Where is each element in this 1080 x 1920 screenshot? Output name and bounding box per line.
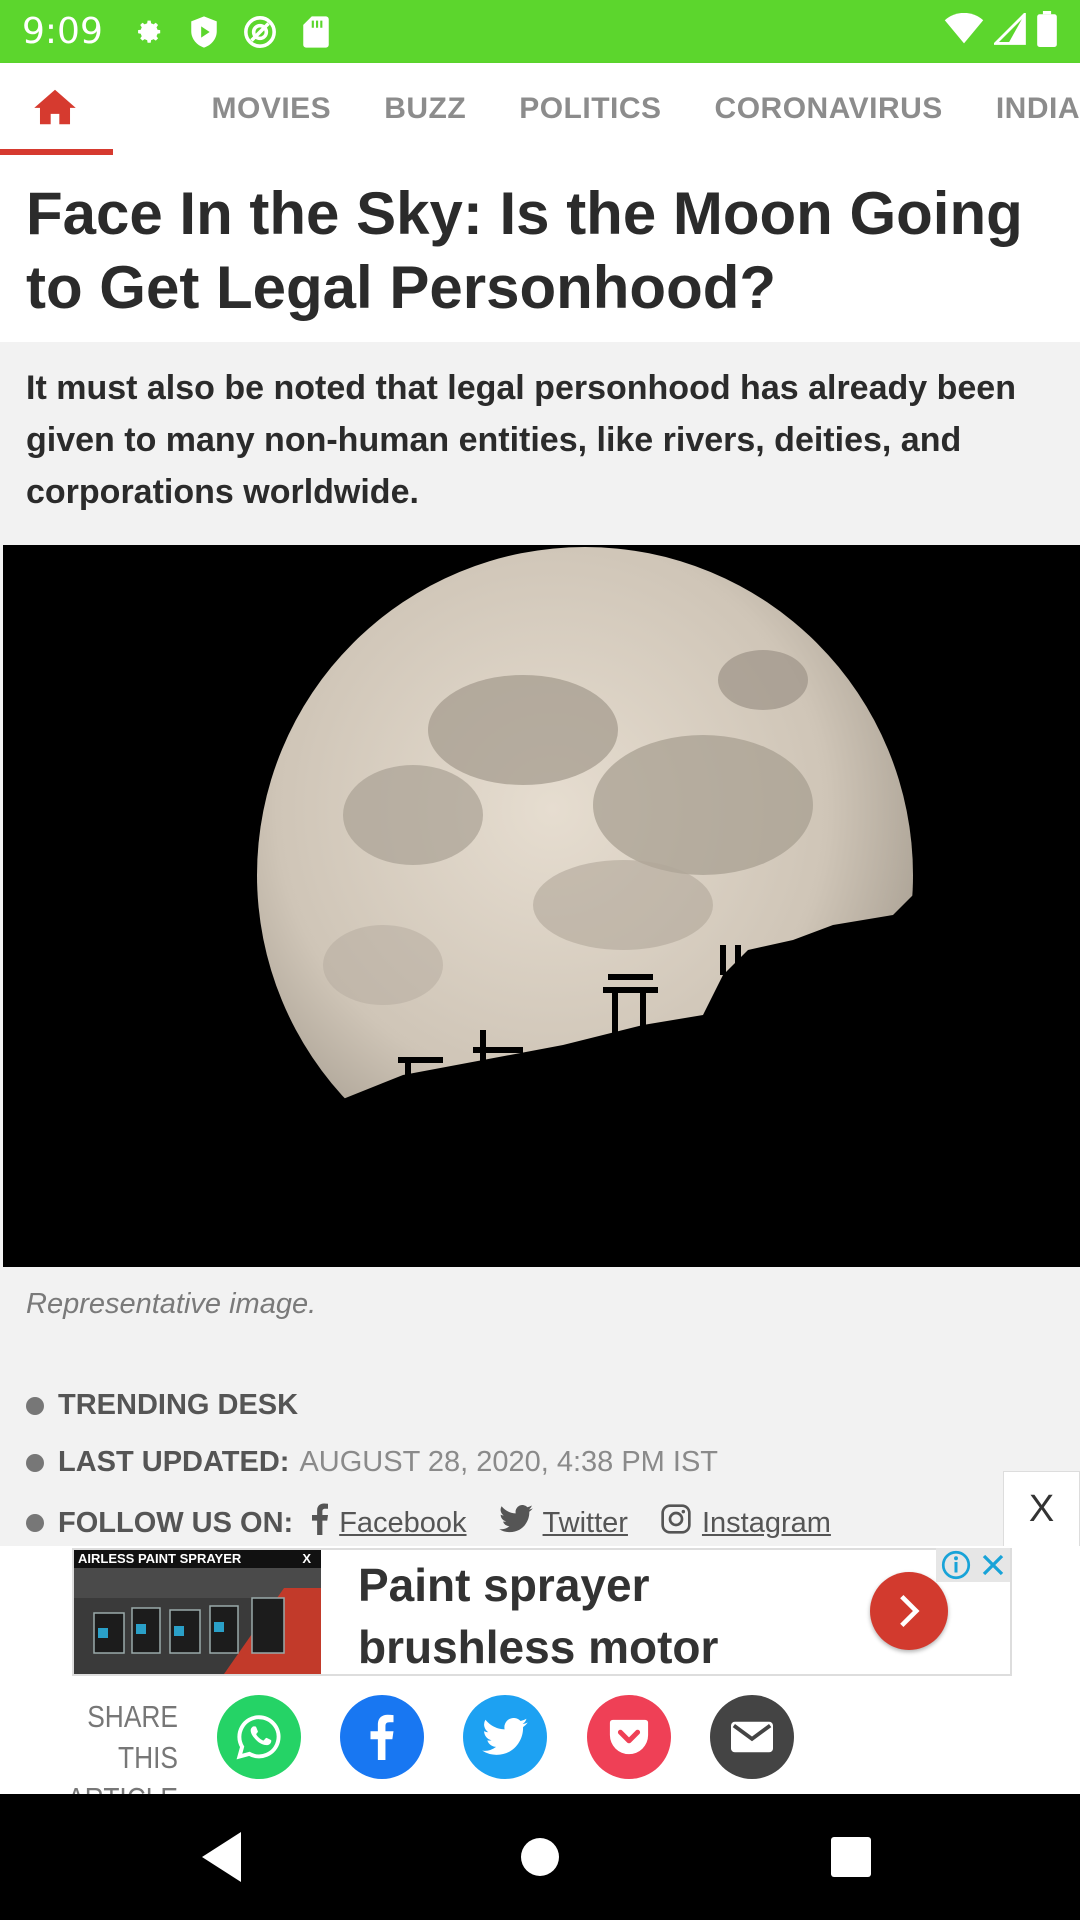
instagram-icon bbox=[660, 1503, 692, 1543]
twitter-link[interactable]: Twitter bbox=[543, 1507, 628, 1540]
facebook-link[interactable]: Facebook bbox=[339, 1507, 466, 1540]
back-icon[interactable] bbox=[202, 1832, 241, 1882]
follow-facebook[interactable]: Facebook bbox=[311, 1503, 467, 1543]
email-icon bbox=[731, 1721, 773, 1753]
image-caption: Representative image. bbox=[26, 1288, 317, 1320]
share-bar: SHARE THIS ARTICLE bbox=[0, 1678, 1080, 1816]
bullet-dot bbox=[26, 1514, 44, 1532]
ad-choices[interactable] bbox=[936, 1548, 1010, 1582]
facebook-icon bbox=[311, 1503, 329, 1543]
bullet-dot bbox=[26, 1396, 44, 1415]
article-hero-image[interactable] bbox=[3, 545, 1080, 1267]
cell-signal-icon bbox=[992, 11, 1026, 50]
system-nav-bar bbox=[0, 1794, 1080, 1920]
ad-go-button[interactable] bbox=[870, 1572, 948, 1650]
facebook-icon bbox=[370, 1714, 394, 1760]
share-facebook-button[interactable] bbox=[340, 1695, 424, 1779]
moon-image bbox=[3, 547, 1080, 1267]
whatsapp-icon bbox=[236, 1715, 281, 1760]
twitter-icon bbox=[482, 1718, 528, 1755]
article-headline: Face In the Sky: Is the Moon Going to Ge… bbox=[26, 180, 1023, 321]
pocket-icon bbox=[609, 1719, 649, 1755]
battery-icon bbox=[1036, 11, 1058, 52]
recents-icon[interactable] bbox=[831, 1837, 871, 1877]
twitter-icon bbox=[498, 1504, 533, 1541]
wifi-icon bbox=[944, 12, 984, 50]
tab-politics[interactable]: POLITICS bbox=[519, 92, 661, 126]
last-updated-value: AUGUST 28, 2020, 4:38 PM IST bbox=[299, 1446, 718, 1478]
status-time: 9:09 bbox=[22, 11, 103, 52]
follow-instagram[interactable]: Instagram bbox=[660, 1503, 831, 1543]
article-summary: It must also be noted that legal personh… bbox=[26, 369, 1016, 511]
ad-banner: AIRLESS PAINT SPRAYER X Paint sprayer br… bbox=[0, 1546, 1080, 1678]
bullet-dot bbox=[26, 1453, 44, 1472]
tab-home[interactable] bbox=[0, 63, 113, 155]
ad-headline[interactable]: Paint sprayer brushless motor bbox=[358, 1554, 718, 1678]
author-row: TRENDING DESK bbox=[26, 1389, 308, 1422]
headline-section: Face In the Sky: Is the Moon Going to Ge… bbox=[0, 155, 1080, 342]
share-email-button[interactable] bbox=[710, 1695, 794, 1779]
home-icon bbox=[34, 88, 76, 131]
settings-icon bbox=[131, 15, 165, 49]
info-icon[interactable] bbox=[941, 1550, 971, 1580]
chevron-right-icon bbox=[900, 1594, 920, 1628]
status-bar: 9:09 bbox=[0, 0, 1080, 63]
share-pocket-button[interactable] bbox=[587, 1695, 671, 1779]
sd-card-icon bbox=[299, 15, 333, 49]
sync-icon bbox=[243, 15, 277, 49]
close-icon[interactable] bbox=[981, 1553, 1005, 1577]
tab-buzz[interactable]: BUZZ bbox=[384, 92, 466, 126]
shield-play-icon bbox=[187, 15, 221, 49]
ad-image-header: AIRLESS PAINT SPRAYER X bbox=[74, 1550, 321, 1568]
tab-movies[interactable]: MOVIES bbox=[212, 92, 332, 126]
share-whatsapp-button[interactable] bbox=[217, 1695, 301, 1779]
last-updated-row: LAST UPDATED: AUGUST 28, 2020, 4:38 PM I… bbox=[26, 1446, 718, 1479]
section-nav: MOVIES BUZZ POLITICS CORONAVIRUS INDIA bbox=[0, 63, 1080, 155]
paint-sprayer-image bbox=[74, 1568, 321, 1674]
follow-label: FOLLOW US ON: bbox=[58, 1506, 294, 1539]
last-updated-label: LAST UPDATED: bbox=[58, 1446, 290, 1478]
ad-image[interactable]: AIRLESS PAINT SPRAYER X bbox=[74, 1550, 321, 1674]
author-name[interactable]: TRENDING DESK bbox=[58, 1389, 298, 1422]
instagram-link[interactable]: Instagram bbox=[702, 1507, 831, 1540]
ad-image-close[interactable]: X bbox=[302, 1550, 311, 1568]
follow-row: FOLLOW US ON: Facebook Twitter Instagram bbox=[26, 1503, 855, 1543]
home-button-icon[interactable] bbox=[521, 1838, 559, 1876]
floating-close-button[interactable]: X bbox=[1003, 1471, 1080, 1548]
tab-coronavirus[interactable]: CORONAVIRUS bbox=[715, 92, 943, 126]
follow-twitter[interactable]: Twitter bbox=[498, 1504, 628, 1541]
share-twitter-button[interactable] bbox=[463, 1695, 547, 1779]
ad-unit[interactable]: AIRLESS PAINT SPRAYER X Paint sprayer br… bbox=[72, 1548, 1012, 1676]
tab-india[interactable]: INDIA bbox=[996, 92, 1080, 126]
